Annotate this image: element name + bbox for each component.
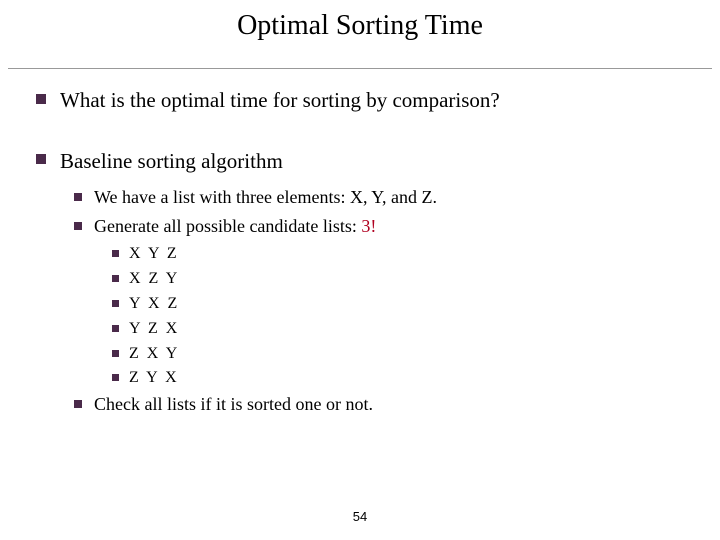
bullet-level1: Baseline sorting algorithm bbox=[36, 148, 720, 175]
bullet-level2: Check all lists if it is sorted one or n… bbox=[74, 393, 720, 416]
slide-content: What is the optimal time for sorting by … bbox=[0, 87, 720, 417]
square-bullet-icon bbox=[74, 193, 82, 201]
square-bullet-icon bbox=[112, 350, 119, 357]
square-bullet-icon bbox=[112, 300, 119, 307]
bullet-level3: Y X Z bbox=[112, 294, 720, 315]
bullet-level3: Z X Y bbox=[112, 344, 720, 365]
bullet-level1: What is the optimal time for sorting by … bbox=[36, 87, 720, 114]
permutation-text: X Y Z bbox=[129, 244, 179, 265]
bullet-text: Check all lists if it is sorted one or n… bbox=[94, 393, 373, 416]
square-bullet-icon bbox=[112, 325, 119, 332]
slide: Optimal Sorting Time What is the optimal… bbox=[0, 0, 720, 540]
permutation-text: Z X Y bbox=[129, 344, 179, 365]
permutation-text: X Z Y bbox=[129, 269, 179, 290]
bullet-text: Baseline sorting algorithm bbox=[60, 148, 283, 175]
highlight-text: 3! bbox=[361, 216, 376, 236]
bullet-level2: Generate all possible candidate lists: 3… bbox=[74, 215, 720, 238]
square-bullet-icon bbox=[74, 400, 82, 408]
bullet-text-pre: Generate all possible candidate lists: bbox=[94, 216, 361, 236]
bullet-level3: X Z Y bbox=[112, 269, 720, 290]
slide-title: Optimal Sorting Time bbox=[28, 10, 692, 50]
square-bullet-icon bbox=[74, 222, 82, 230]
bullet-level2: We have a list with three elements: X, Y… bbox=[74, 186, 720, 209]
permutation-text: Y X Z bbox=[129, 294, 179, 315]
square-bullet-icon bbox=[112, 275, 119, 282]
bullet-text: What is the optimal time for sorting by … bbox=[60, 87, 500, 114]
page-number: 54 bbox=[0, 509, 720, 524]
square-bullet-icon bbox=[36, 154, 46, 164]
bullet-text: We have a list with three elements: X, Y… bbox=[94, 186, 437, 209]
permutation-text: Z Y X bbox=[129, 368, 179, 389]
bullet-level3: X Y Z bbox=[112, 244, 720, 265]
bullet-level3: Z Y X bbox=[112, 368, 720, 389]
title-divider bbox=[8, 68, 712, 69]
square-bullet-icon bbox=[112, 374, 119, 381]
square-bullet-icon bbox=[112, 250, 119, 257]
square-bullet-icon bbox=[36, 94, 46, 104]
permutation-text: Y Z X bbox=[129, 319, 179, 340]
bullet-level3: Y Z X bbox=[112, 319, 720, 340]
bullet-text: Generate all possible candidate lists: 3… bbox=[94, 215, 376, 238]
